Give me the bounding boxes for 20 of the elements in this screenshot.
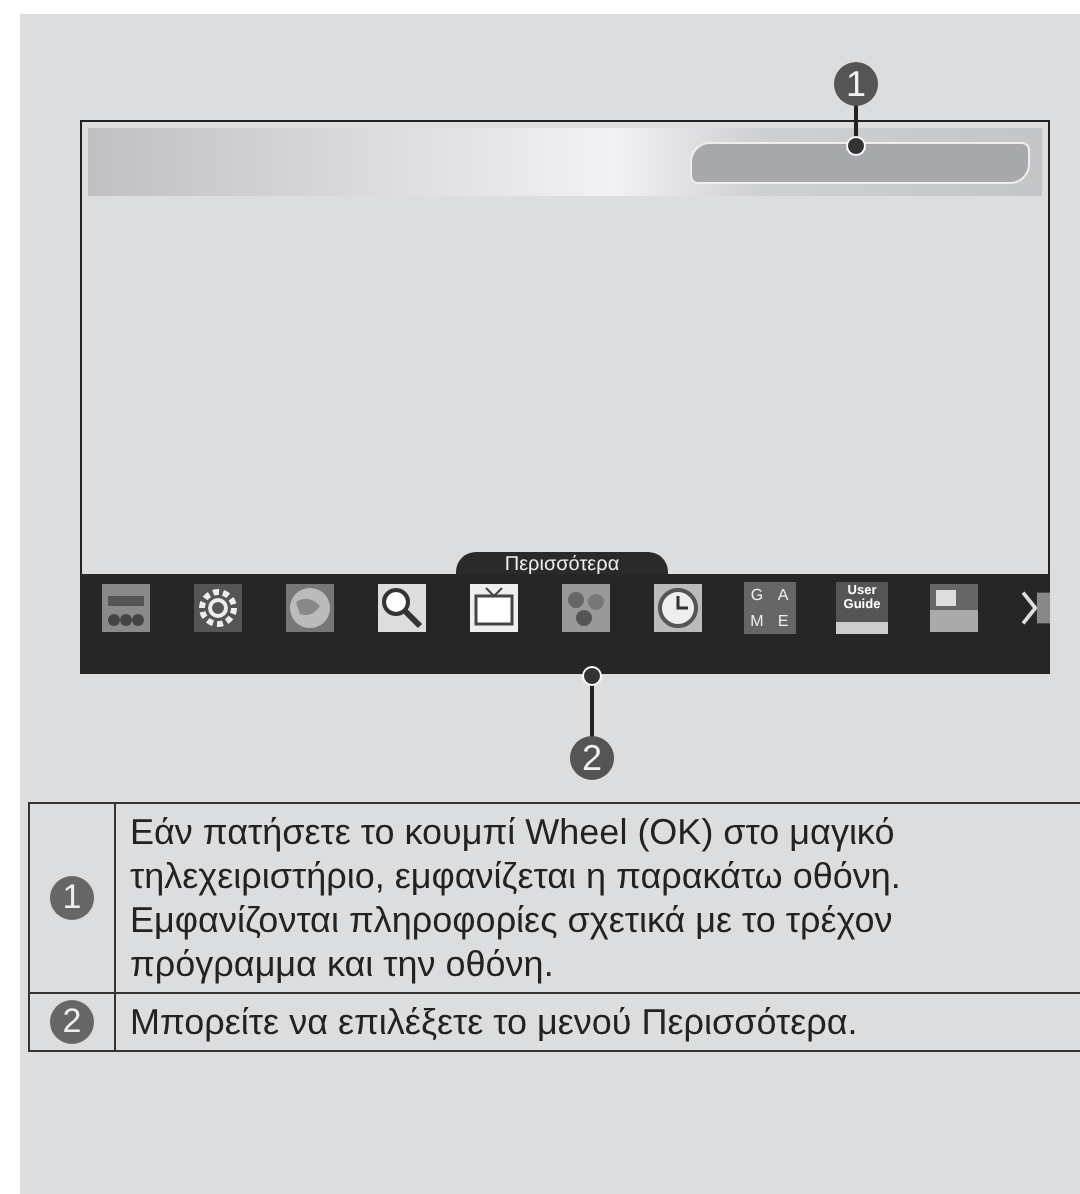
callout-number: 2 — [50, 1000, 94, 1044]
description-text: Μπορείτε να επιλέξετε το μενού Περισσότερα. — [130, 1000, 860, 1044]
game-letter: E — [775, 610, 791, 634]
description-text: Εμφανίζονται πληροφορίες σχετικά με το τρέχον πρόγραμμα και την οθόνη. — [130, 898, 895, 986]
spheres-icon[interactable] — [560, 582, 612, 634]
magnifier-icon[interactable] — [376, 582, 428, 634]
more-tab[interactable]: Περισσότερα — [456, 552, 668, 574]
picture-icon[interactable] — [928, 582, 980, 634]
game-letter: G — [748, 584, 766, 608]
tv-icon[interactable] — [468, 582, 520, 634]
game-letter: M — [748, 610, 766, 634]
devices-icon[interactable] — [100, 582, 152, 634]
game-letter: A — [775, 584, 791, 608]
description-text: Εάν πατήσετε το κουμπί Wheel (OK) στο μαγικό τηλεχειριστήριο, εμφανίζεται η παρακάτω οθόνη. — [130, 810, 903, 898]
callout-number: 1 — [834, 62, 878, 106]
gear-icon[interactable] — [192, 582, 244, 634]
game-tile[interactable]: G A M E — [744, 582, 796, 634]
callout-number: 2 — [570, 736, 614, 780]
clock-icon[interactable] — [652, 582, 704, 634]
callout-number: 1 — [50, 876, 94, 920]
